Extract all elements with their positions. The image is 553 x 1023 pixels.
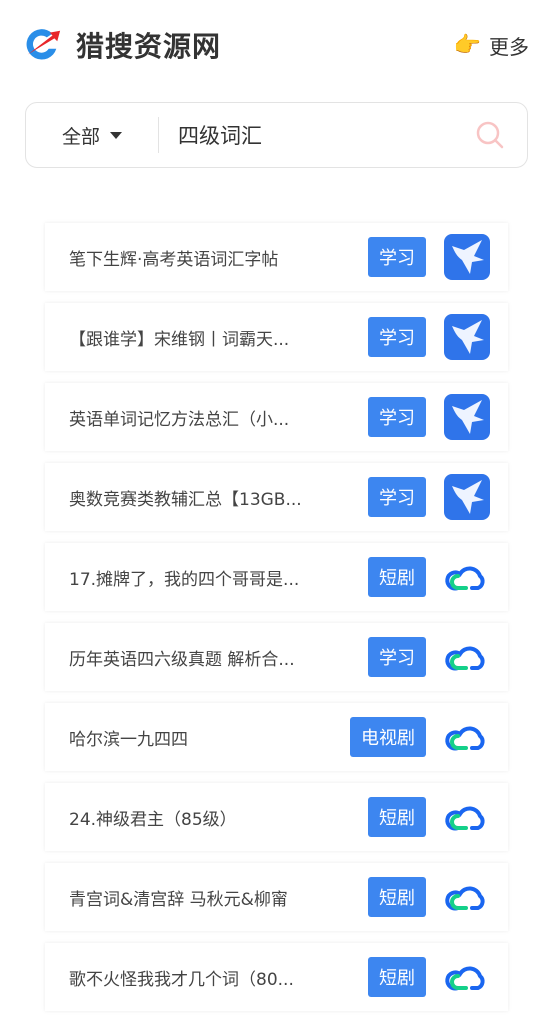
cloud-drive-icon[interactable]	[444, 794, 490, 840]
cloud-drive-icon[interactable]	[444, 554, 490, 600]
result-item[interactable]: 英语单词记忆方法总汇（小... 学习	[45, 383, 508, 451]
result-item[interactable]: 歌不火怪我我才几个词（80... 短剧	[45, 943, 508, 1011]
category-tag: 学习	[368, 637, 426, 677]
xunlei-bird-icon[interactable]	[444, 314, 490, 360]
result-title[interactable]: 笔下生辉·高考英语词汇字帖	[69, 245, 314, 270]
result-title[interactable]: 17.摊牌了，我的四个哥哥是...	[69, 565, 314, 590]
cloud-drive-icon[interactable]	[444, 954, 490, 1000]
search-input[interactable]: 四级词汇	[159, 120, 475, 150]
xunlei-bird-icon[interactable]	[444, 394, 490, 440]
category-tag: 短剧	[368, 797, 426, 837]
result-item[interactable]: 17.摊牌了，我的四个哥哥是... 短剧	[45, 543, 508, 611]
category-tag: 学习	[368, 237, 426, 277]
result-item[interactable]: 奥数竞赛类教辅汇总【13GB... 学习	[45, 463, 508, 531]
search-icon[interactable]	[475, 120, 505, 150]
result-title[interactable]: 【跟谁学】宋维钢丨词霸天...	[69, 325, 314, 350]
result-title[interactable]: 歌不火怪我我才几个词（80...	[69, 965, 314, 990]
result-item[interactable]: 哈尔滨一九四四 电视剧	[45, 703, 508, 771]
caret-down-icon	[110, 131, 122, 139]
category-tag: 学习	[368, 317, 426, 357]
cloud-drive-icon[interactable]	[444, 634, 490, 680]
result-title[interactable]: 英语单词记忆方法总汇（小...	[69, 405, 314, 430]
result-item[interactable]: 【跟谁学】宋维钢丨词霸天... 学习	[45, 303, 508, 371]
category-label: 全部	[61, 125, 100, 148]
more-label: 更多	[489, 34, 529, 59]
result-title[interactable]: 青宫词&清宫辞 马秋元&柳甯	[69, 885, 314, 910]
search-bar: 全部 四级词汇	[25, 102, 528, 168]
result-item[interactable]: 24.神级君主（85级） 短剧	[45, 783, 508, 851]
xunlei-bird-icon[interactable]	[444, 234, 490, 280]
category-tag: 学习	[368, 397, 426, 437]
logo-icon	[26, 29, 61, 60]
result-title[interactable]: 历年英语四六级真题 解析合...	[69, 645, 314, 670]
result-title[interactable]: 哈尔滨一九四四	[69, 725, 314, 750]
category-dropdown[interactable]: 全部	[26, 122, 158, 149]
result-item[interactable]: 青宫词&清宫辞 马秋元&柳甯 短剧	[45, 863, 508, 931]
category-tag: 短剧	[368, 557, 426, 597]
result-title[interactable]: 24.神级君主（85级）	[69, 805, 314, 830]
result-item[interactable]: 历年英语四六级真题 解析合... 学习	[45, 623, 508, 691]
category-tag: 短剧	[368, 957, 426, 997]
result-list: 笔下生辉·高考英语词汇字帖 学习 【跟谁学】宋维钢丨词霸天... 学习 英语单词记忆…	[45, 223, 508, 1023]
category-tag: 短剧	[368, 877, 426, 917]
header: 猎搜资源网 👉 更多	[24, 20, 529, 70]
cloud-drive-icon[interactable]	[444, 714, 490, 760]
pointing-hand-icon: 👉	[453, 32, 481, 58]
category-tag: 电视剧	[350, 717, 426, 757]
category-tag: 学习	[368, 477, 426, 517]
cloud-drive-icon[interactable]	[444, 874, 490, 920]
site-title: 猎搜资源网	[76, 30, 222, 63]
xunlei-bird-icon[interactable]	[444, 474, 490, 520]
result-title[interactable]: 奥数竞赛类教辅汇总【13GB...	[69, 485, 314, 510]
more-button[interactable]: 👉 更多	[454, 31, 529, 60]
result-item[interactable]: 笔下生辉·高考英语词汇字帖 学习	[45, 223, 508, 291]
